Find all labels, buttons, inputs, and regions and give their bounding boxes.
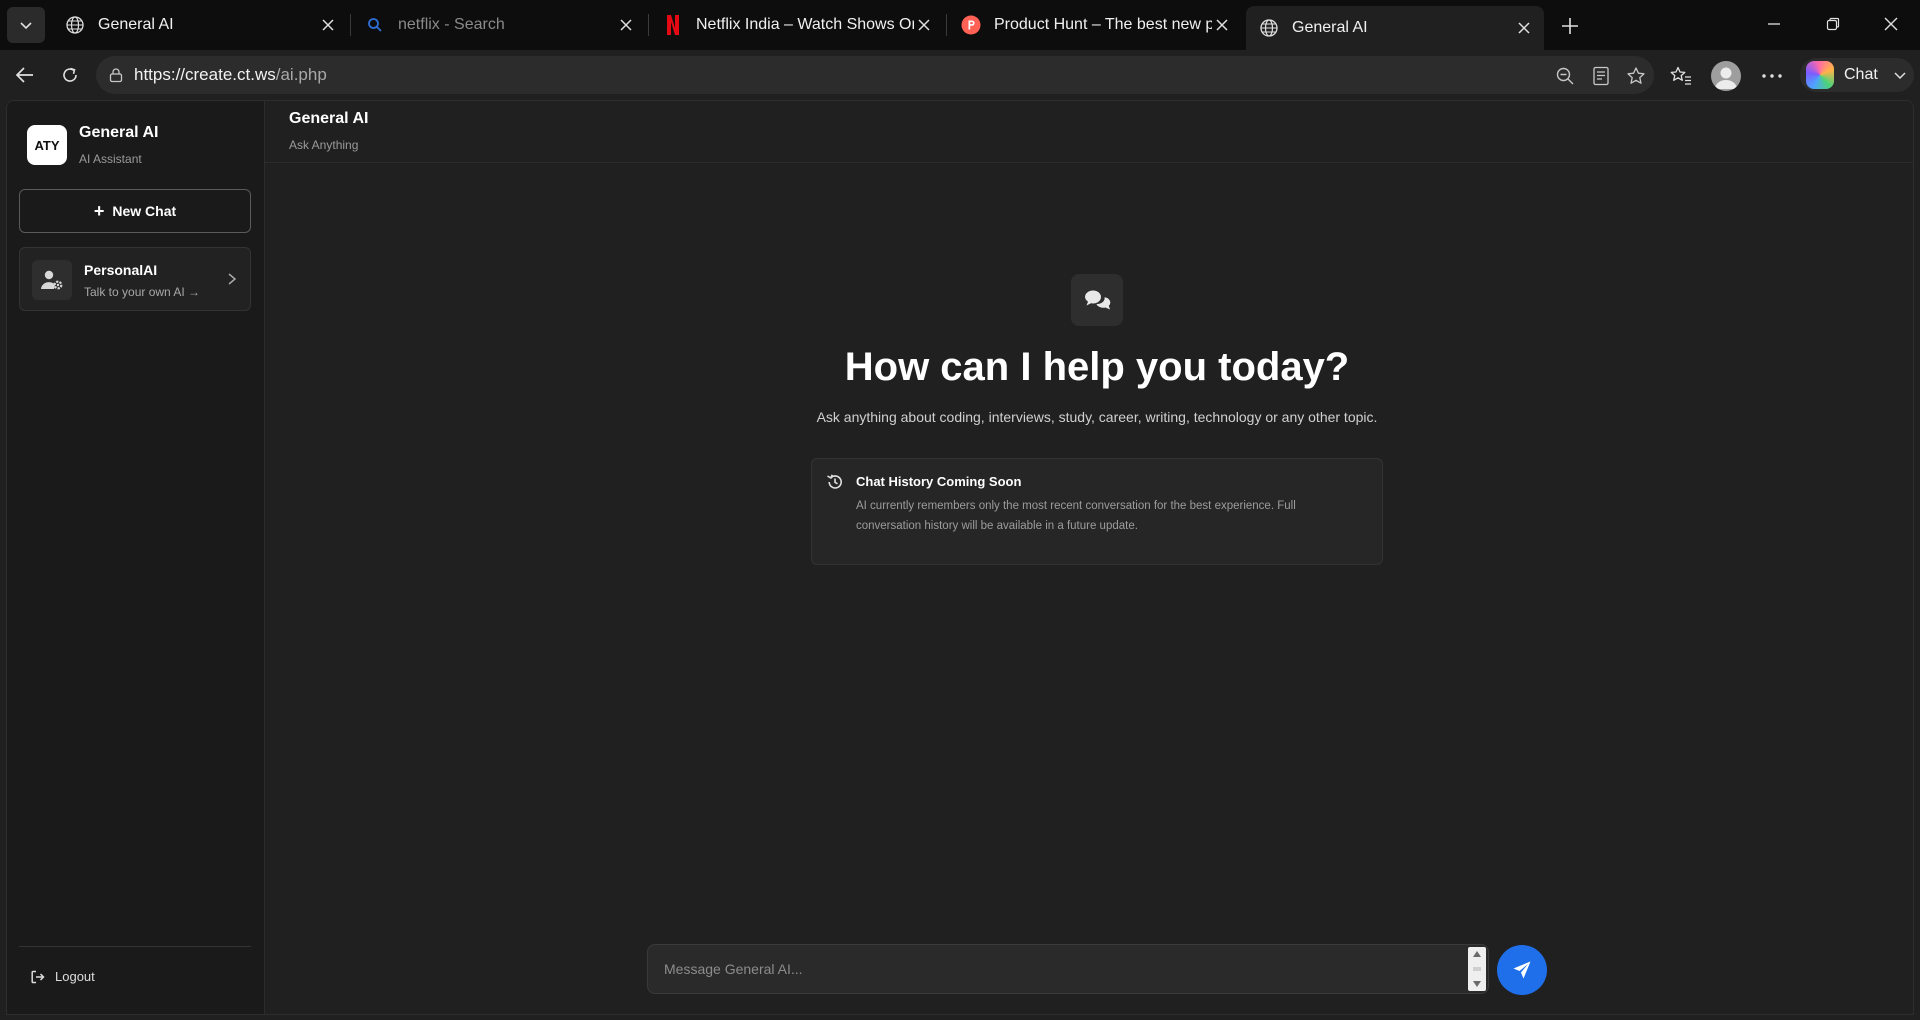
close-icon[interactable] <box>914 15 934 35</box>
minimize-icon <box>1768 23 1780 25</box>
reader-view-icon[interactable] <box>1590 65 1612 87</box>
copilot-icon <box>1806 61 1834 89</box>
personal-ai-card[interactable]: PersonalAI Talk to your own AI → <box>19 247 251 311</box>
notice-title: Chat History Coming Soon <box>856 474 1022 489</box>
close-icon[interactable] <box>616 15 636 35</box>
url-text: https://create.ct.ws/ai.php <box>134 65 327 85</box>
brand-name: General AI <box>79 124 159 141</box>
personal-ai-subtitle: Talk to your own AI → <box>84 285 201 299</box>
restore-icon <box>1826 17 1840 31</box>
paper-plane-icon <box>1513 961 1531 979</box>
tab-general-ai-active[interactable]: General AI <box>1246 6 1544 50</box>
url-path: /ai.php <box>275 65 327 84</box>
tab-title: netflix - Search <box>398 16 505 33</box>
sidebar-divider <box>19 946 251 947</box>
message-input[interactable] <box>648 945 1460 993</box>
netflix-icon <box>662 14 684 36</box>
address-bar[interactable]: https://create.ct.ws/ai.php <box>96 56 1654 94</box>
profile-avatar[interactable] <box>1711 61 1741 91</box>
logout-label: Logout <box>55 969 95 984</box>
lock-icon[interactable] <box>106 65 126 85</box>
close-icon[interactable] <box>1514 18 1534 38</box>
brand-subtitle: AI Assistant <box>79 152 142 166</box>
tab-product-hunt[interactable]: Product Hunt – The best new products <box>948 5 1242 45</box>
search-icon <box>364 14 386 36</box>
hero-title: How can I help you today? <box>844 345 1350 389</box>
favorite-star-icon[interactable] <box>1625 65 1647 87</box>
tab-separator <box>350 14 351 36</box>
web-page: ATY General AI AI Assistant + New Chat P… <box>6 100 1914 1015</box>
message-composer <box>647 944 1489 994</box>
tab-separator <box>946 14 947 36</box>
chevron-right-icon <box>228 273 237 285</box>
tab-title: General AI <box>1292 19 1368 36</box>
globe-icon <box>64 14 86 36</box>
logout-button[interactable]: Logout <box>31 969 95 984</box>
arrow-left-icon <box>15 67 33 83</box>
globe-icon <box>1258 17 1280 39</box>
brand: ATY General AI AI Assistant <box>27 124 158 166</box>
chat-history-notice: Chat History Coming Soon AI currently re… <box>811 458 1383 565</box>
refresh-button[interactable] <box>54 59 86 91</box>
new-chat-label: New Chat <box>112 203 177 219</box>
chevron-down-icon[interactable] <box>1892 67 1908 83</box>
notice-body: AI currently remembers only the most rec… <box>856 500 1296 532</box>
page-subtitle: Ask Anything <box>289 138 359 152</box>
chevron-down-icon <box>20 22 32 30</box>
minimize-button[interactable] <box>1754 8 1794 40</box>
brand-logo: ATY <box>27 125 67 165</box>
user-settings-icon <box>32 260 72 300</box>
tab-netflix-search[interactable]: netflix - Search <box>352 5 646 45</box>
tab-general-ai-1[interactable]: General AI <box>52 5 348 45</box>
copilot-label: Chat <box>1844 66 1878 83</box>
history-icon <box>827 474 842 489</box>
product-hunt-icon <box>960 14 982 36</box>
close-icon <box>1884 17 1898 31</box>
plus-icon: + <box>93 201 105 221</box>
personal-ai-title: PersonalAI <box>84 262 158 278</box>
url-host: https://create.ct.ws <box>134 65 276 84</box>
tab-netflix-india[interactable]: Netflix India – Watch Shows Online <box>650 5 944 45</box>
main-header: General AI Ask Anything <box>265 101 1913 163</box>
sign-out-icon <box>31 970 45 984</box>
close-icon[interactable] <box>318 15 338 35</box>
close-window-button[interactable] <box>1871 8 1911 40</box>
hero-subtitle: Ask anything about coding, interviews, s… <box>816 409 1378 425</box>
navigation-bar: https://create.ct.ws/ai.php Chat <box>0 50 1920 100</box>
close-icon[interactable] <box>1212 15 1232 35</box>
zoom-out-icon[interactable] <box>1554 65 1576 87</box>
chat-bubbles-icon <box>1071 274 1123 326</box>
restore-button[interactable] <box>1813 8 1853 40</box>
plus-icon <box>1562 18 1578 34</box>
new-tab-button[interactable] <box>1556 12 1584 40</box>
copilot-chat-button[interactable]: Chat <box>1800 58 1914 92</box>
tab-title: General AI <box>98 16 174 33</box>
tab-strip: General AI netflix - Search Netflix Indi… <box>0 0 1920 50</box>
tab-separator <box>648 14 649 36</box>
favorites-icon[interactable] <box>1668 63 1694 89</box>
page-title: General AI <box>289 110 369 127</box>
caret-down-icon[interactable] <box>1472 980 1482 988</box>
browser-window: General AI netflix - Search Netflix Indi… <box>0 0 1920 1020</box>
back-button[interactable] <box>9 59 41 91</box>
tab-title: Netflix India – Watch Shows Online <box>696 16 914 33</box>
refresh-icon <box>63 67 77 82</box>
caret-up-icon[interactable] <box>1472 950 1482 958</box>
send-button[interactable] <box>1497 945 1547 995</box>
user-icon <box>1715 67 1737 89</box>
new-chat-button[interactable]: + New Chat <box>19 189 251 233</box>
scroll-stepper[interactable] <box>1468 947 1486 991</box>
sidebar: ATY General AI AI Assistant + New Chat P… <box>7 101 265 1014</box>
grip-icon <box>1473 967 1481 971</box>
tab-actions-button[interactable] <box>7 7 45 43</box>
tab-title: Product Hunt – The best new products <box>994 16 1212 33</box>
main-panel: General AI Ask Anything How can I help y… <box>265 101 1913 1014</box>
more-options-icon[interactable] <box>1759 63 1785 89</box>
